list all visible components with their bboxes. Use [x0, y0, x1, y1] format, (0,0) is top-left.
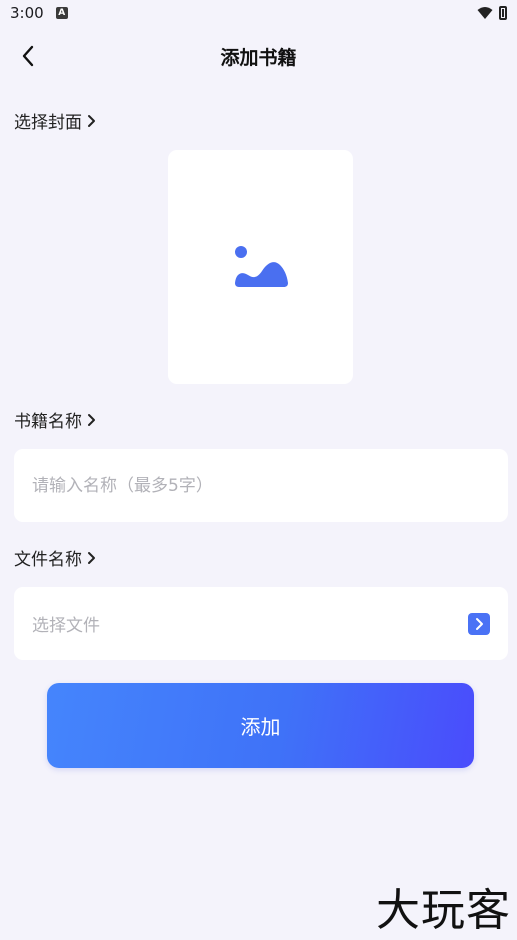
- file-select-button[interactable]: [468, 612, 490, 635]
- status-right: [477, 6, 507, 20]
- chevron-right-icon: [476, 617, 483, 630]
- watermark-logo: 大玩客: [376, 885, 511, 936]
- book-name-label-row: 书籍名称: [14, 407, 96, 432]
- header: 添加书籍: [0, 30, 517, 82]
- status-bar: 3:00 A: [0, 0, 517, 26]
- book-name-card: [14, 449, 508, 522]
- chevron-right-icon: [88, 114, 95, 127]
- back-button[interactable]: [14, 42, 42, 70]
- battery-icon: [499, 6, 507, 20]
- file-name-label-row: 文件名称: [14, 545, 96, 570]
- chevron-right-icon: [88, 413, 95, 426]
- image-placeholder-icon: [234, 246, 288, 287]
- add-button[interactable]: 添加: [47, 683, 474, 768]
- status-left: 3:00 A: [10, 4, 68, 22]
- chevron-left-icon: [22, 45, 34, 67]
- chevron-right-icon: [88, 551, 95, 564]
- cover-label: 选择封面: [14, 113, 82, 133]
- cover-picker[interactable]: [168, 150, 353, 384]
- book-name-input[interactable]: [32, 475, 490, 496]
- file-picker[interactable]: 选择文件: [14, 587, 508, 660]
- book-name-label: 书籍名称: [14, 412, 82, 432]
- file-placeholder: 选择文件: [32, 616, 100, 636]
- file-name-label: 文件名称: [14, 550, 82, 570]
- cover-label-row[interactable]: 选择封面: [14, 108, 96, 133]
- page-title: 添加书籍: [220, 46, 297, 69]
- wifi-icon: [477, 7, 493, 19]
- a-icon: A: [55, 7, 68, 19]
- status-time: 3:00: [10, 4, 44, 22]
